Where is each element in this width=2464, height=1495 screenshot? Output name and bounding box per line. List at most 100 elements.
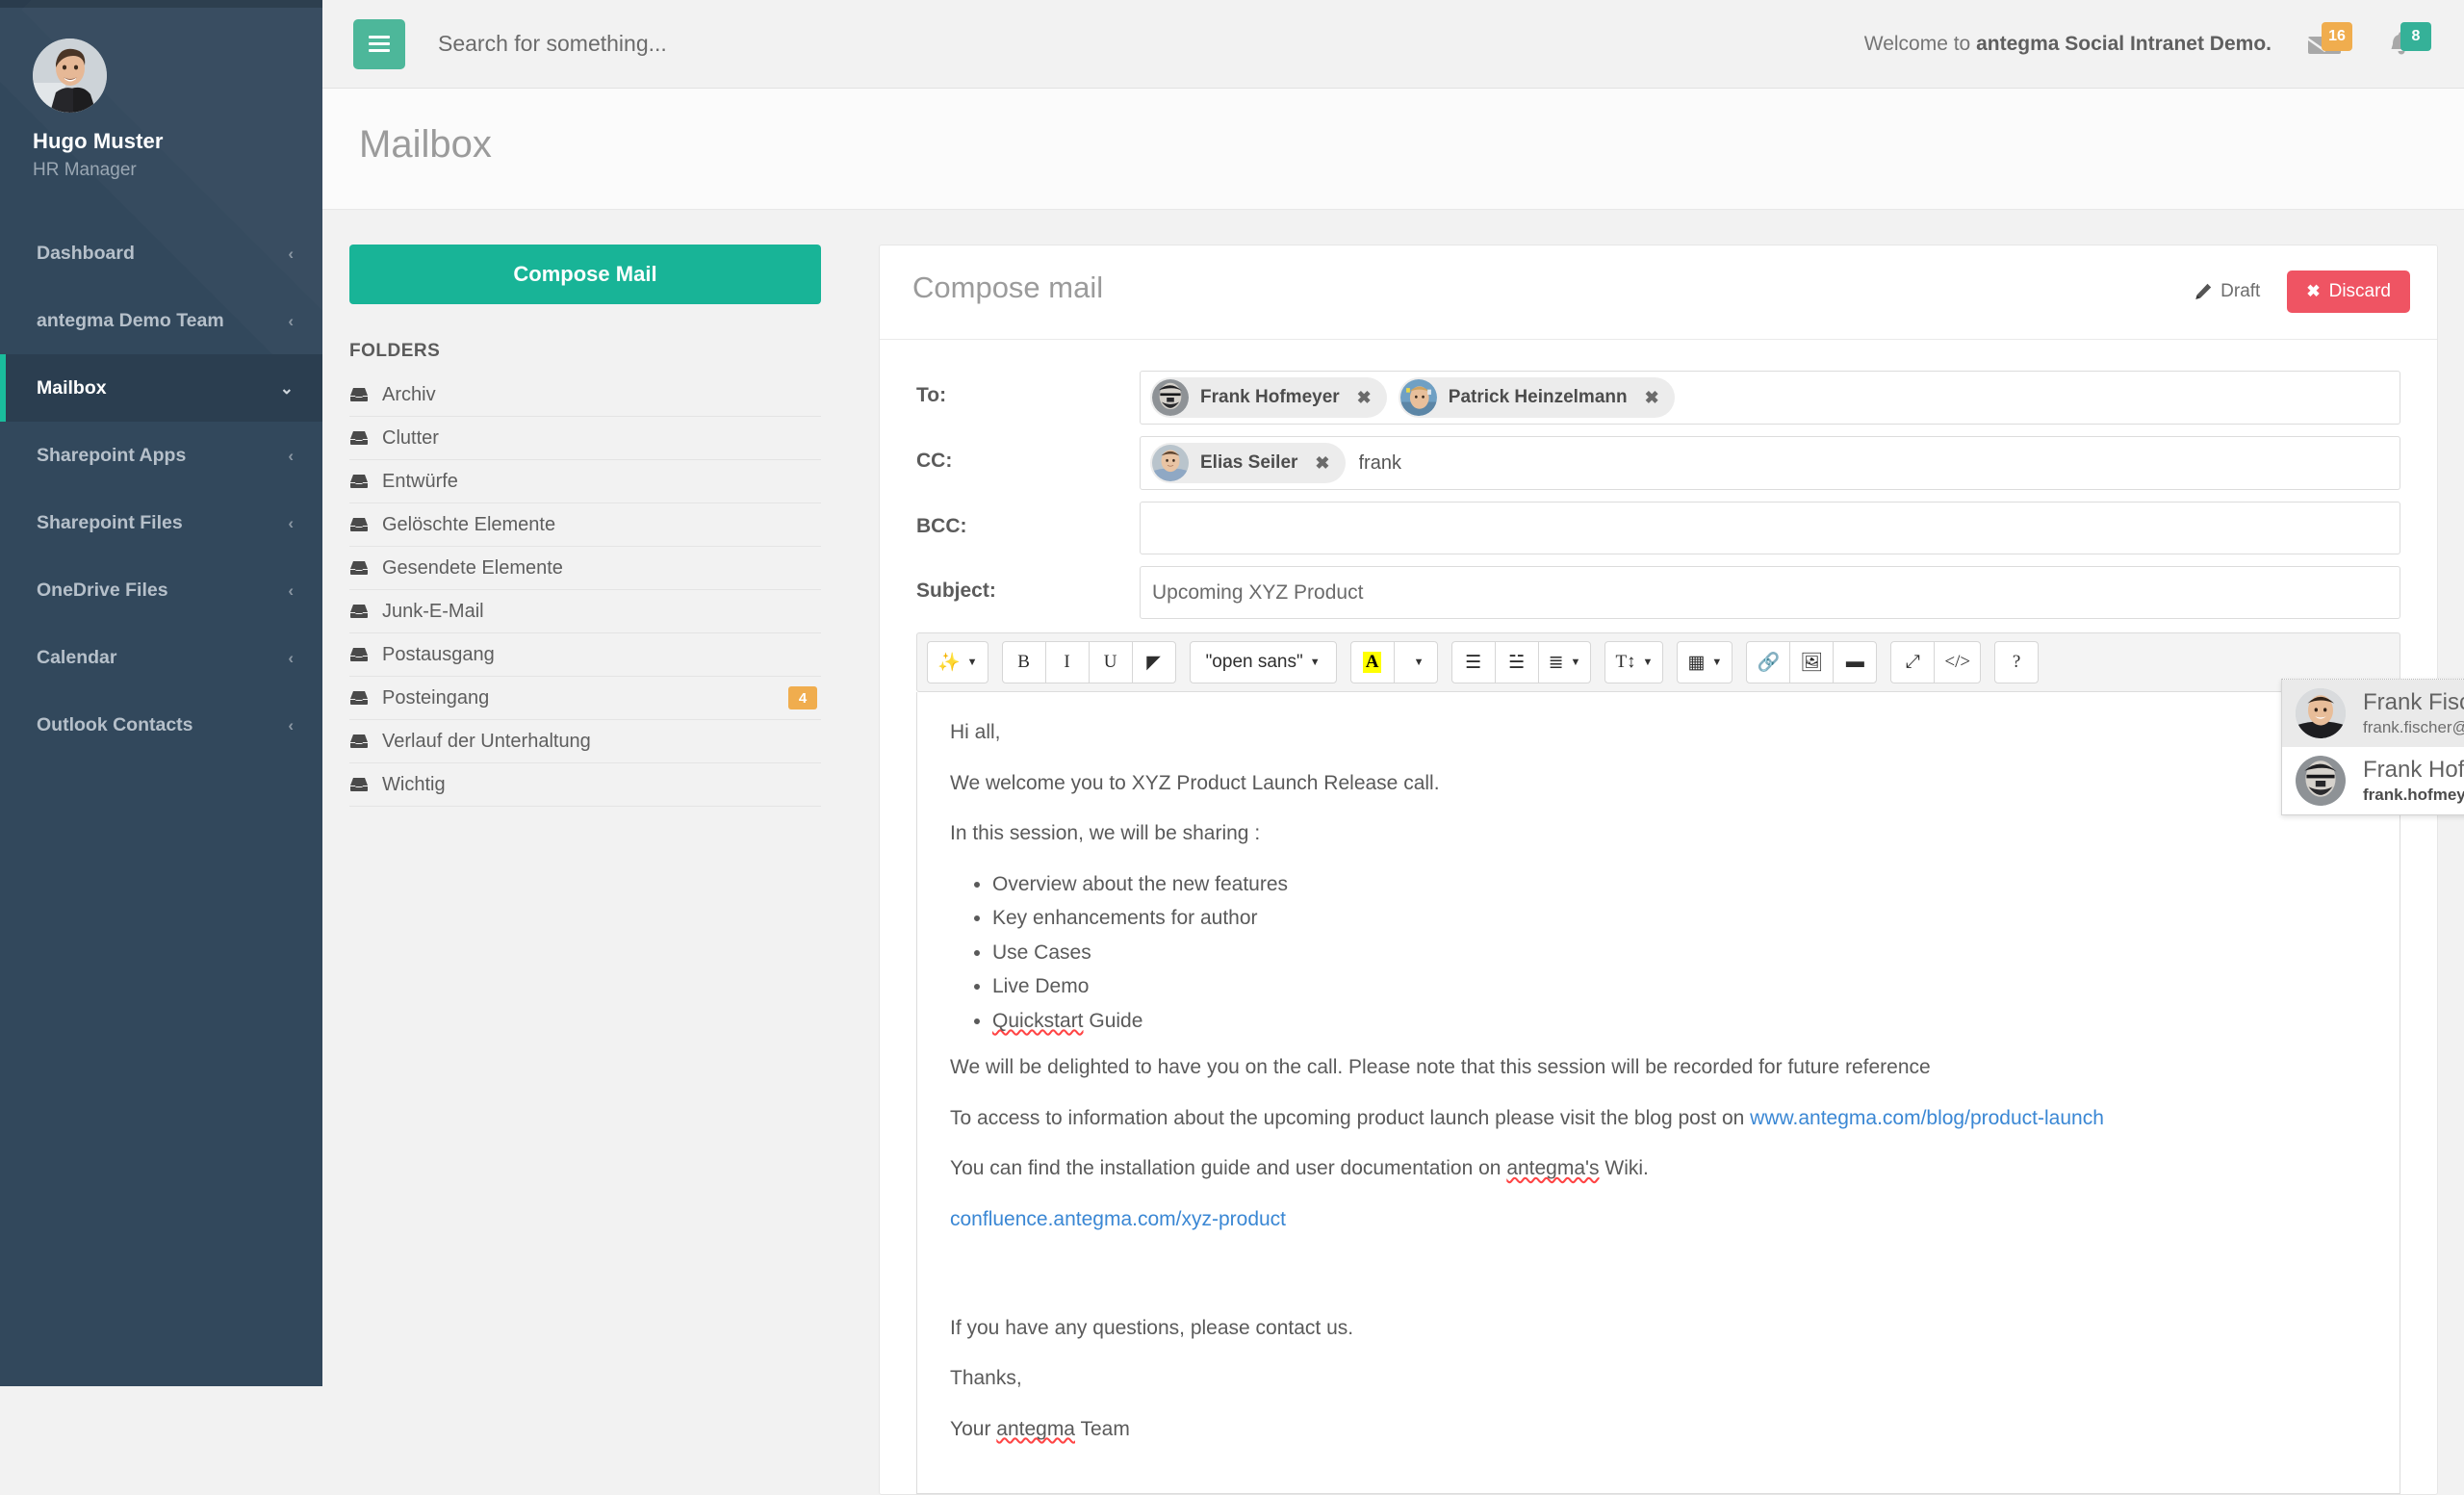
bcc-field[interactable] (1140, 502, 2400, 554)
code-view-icon[interactable]: </> (1934, 641, 1982, 683)
sidebar-item-dashboard[interactable]: Dashboard ‹ (0, 219, 322, 287)
font-family-select[interactable]: "open sans" ▼ (1189, 641, 1337, 683)
remove-recipient-icon[interactable]: ✖ (1357, 389, 1372, 406)
subject-row: Subject: (916, 566, 2400, 619)
table-icon[interactable]: ▦ ▼ (1677, 641, 1733, 683)
cc-label: CC: (916, 450, 953, 472)
sidebar-item-mailbox[interactable]: Mailbox ⌄ (0, 354, 322, 422)
horizontal-rule-icon[interactable]: ▬ (1833, 641, 1878, 683)
font-color-icon[interactable]: A (1349, 641, 1395, 683)
spellcheck-word-antegmas: antegma's (1506, 1157, 1600, 1180)
mail-notification[interactable]: 16 (2308, 21, 2352, 66)
body-para-7: Thanks, (950, 1367, 1022, 1390)
unordered-list-icon-glyph: ☰ (1465, 652, 1482, 673)
folder-item[interactable]: Wichtig (349, 763, 821, 807)
folder-name: Clutter (382, 426, 439, 449)
email-body-editor[interactable]: Hi all, We welcome you to XYZ Product La… (916, 692, 2400, 1495)
folder-item[interactable]: Verlauf der Unterhaltung (349, 720, 821, 763)
italic-icon[interactable]: I (1044, 641, 1090, 683)
blog-link[interactable]: www.antegma.com/blog/product-launch (1750, 1107, 2104, 1129)
line-height-icon[interactable]: T↕ ▼ (1604, 641, 1664, 683)
ordered-list-icon[interactable]: ☱ (1494, 641, 1539, 683)
toolbar-group: ✨ ▼ (927, 641, 988, 683)
subject-field[interactable] (1140, 566, 2400, 619)
pencil-icon (2194, 283, 2212, 300)
image-icon[interactable]: 🖼 (1789, 641, 1835, 683)
sidebar-item-onedrive-files[interactable]: OneDrive Files ‹ (0, 556, 322, 624)
remove-recipient-icon[interactable]: ✖ (1645, 389, 1659, 406)
confluence-link[interactable]: confluence.antegma.com/xyz-product (950, 1208, 1286, 1230)
hamburger-icon[interactable] (353, 18, 405, 69)
autocomplete-option[interactable]: Frank Fischer frank.fischer@antegma.com (2282, 680, 2464, 747)
underline-icon[interactable]: U (1088, 641, 1133, 683)
body-bullet-item: Quickstart Guide (992, 1006, 2367, 1038)
body-para-link2: confluence.antegma.com/xyz-product (950, 1204, 2367, 1236)
inbox-icon (349, 777, 382, 792)
folder-item[interactable]: Gesendete Elemente (349, 547, 821, 590)
signature-prefix: Your (950, 1417, 997, 1440)
folder-item[interactable]: Archiv (349, 374, 821, 417)
font-color-caret-icon[interactable]: ▼ (1393, 641, 1438, 683)
folder-item[interactable]: Posteingang 4 (349, 677, 821, 720)
recipient-chip[interactable]: Frank Hofmeyer ✖ (1150, 377, 1387, 418)
compose-form: To: Frank Hofmeyer ✖ Patrick Heinzelmann ✖… (880, 340, 2464, 815)
autocomplete-name: Frank Hofmeyer (2363, 756, 2464, 783)
eraser-icon-glyph: ◤ (1146, 652, 1161, 673)
body-bullet-item: Key enhancements for author (992, 903, 2367, 935)
magic-wand-icon[interactable]: ✨ ▼ (927, 641, 988, 683)
recipient-chip[interactable]: Patrick Heinzelmann ✖ (1398, 377, 1675, 418)
chip-avatar (1152, 445, 1189, 481)
ordered-list-icon-glyph: ☱ (1508, 652, 1526, 673)
profile-role: HR Manager (33, 160, 137, 180)
align-icon[interactable]: ≣ ▼ (1537, 641, 1592, 683)
underline-icon-glyph: U (1103, 652, 1117, 672)
eraser-icon[interactable]: ◤ (1131, 641, 1176, 683)
sidebar-item-sharepoint-apps[interactable]: Sharepoint Apps ‹ (0, 422, 322, 489)
chevron-left-icon: ‹ (288, 648, 294, 667)
unordered-list-icon[interactable]: ☰ (1450, 641, 1496, 683)
cc-row: CC: Elias Seiler ✖ (916, 436, 2400, 490)
folder-name: Junk-E-Mail (382, 600, 484, 622)
remove-recipient-icon[interactable]: ✖ (1315, 454, 1329, 472)
help-icon[interactable]: ? (1994, 641, 2040, 683)
folder-item[interactable]: Clutter (349, 417, 821, 460)
compose-panel: Compose mail Draft ✖ Discard To: Frank H… (879, 245, 2464, 1495)
draft-button[interactable]: Draft (2189, 280, 2266, 303)
cc-field[interactable]: Elias Seiler ✖ (1140, 436, 2400, 490)
body-para-5-suffix: Wiki. (1599, 1157, 1649, 1180)
sidebar-item-antegma-demo-team[interactable]: antegma Demo Team ‹ (0, 287, 322, 354)
autocomplete-option[interactable]: Frank Hofmeyer frank.hofmeyer@antegma.com (2282, 747, 2464, 814)
link-icon[interactable]: 🔗 (1746, 641, 1791, 683)
sidebar-item-sharepoint-files[interactable]: Sharepoint Files ‹ (0, 489, 322, 556)
inbox-icon (349, 690, 382, 706)
chevron-left-icon: ‹ (288, 715, 294, 735)
discard-button[interactable]: ✖ Discard (2287, 271, 2410, 313)
recipient-autocomplete-dropdown[interactable]: Frank Fischer frank.fischer@antegma.com F… (2281, 679, 2464, 815)
chevron-left-icon: ‹ (288, 311, 294, 330)
to-field[interactable]: Frank Hofmeyer ✖ Patrick Heinzelmann ✖ (1140, 371, 2400, 425)
bell-notification[interactable]: 8 (2387, 21, 2431, 66)
subject-input[interactable] (1150, 580, 2390, 606)
sidebar-item-outlook-contacts[interactable]: Outlook Contacts ‹ (0, 691, 322, 759)
sidebar-item-calendar[interactable]: Calendar ‹ (0, 624, 322, 691)
body-bullet-item: Overview about the new features (992, 869, 2367, 901)
fullscreen-icon[interactable]: ⤢ (1890, 641, 1936, 683)
folder-item[interactable]: Entwürfe (349, 460, 821, 503)
table-icon-glyph: ▦ (1687, 652, 1706, 673)
autocomplete-email: frank.fischer@antegma.com (2363, 718, 2464, 737)
cc-input[interactable] (1356, 451, 1550, 476)
signature-suffix: Team (1075, 1417, 1130, 1440)
inbox-icon (349, 517, 382, 532)
spellcheck-word-antegma: antegma (996, 1417, 1075, 1440)
search-input[interactable] (436, 30, 1014, 58)
sidebar-item-label: Dashboard (37, 242, 135, 264)
folder-item[interactable]: Junk-E-Mail (349, 590, 821, 633)
folder-item[interactable]: Postausgang (349, 633, 821, 677)
draft-label: Draft (2220, 281, 2261, 301)
bold-icon[interactable]: B (1001, 641, 1046, 683)
bcc-input[interactable] (1150, 516, 1343, 540)
folder-item[interactable]: Gelöschte Elemente (349, 503, 821, 547)
recipient-chip[interactable]: Elias Seiler ✖ (1150, 443, 1346, 483)
page-title-bar: Mailbox (322, 89, 2464, 210)
compose-mail-button[interactable]: Compose Mail (349, 245, 821, 304)
